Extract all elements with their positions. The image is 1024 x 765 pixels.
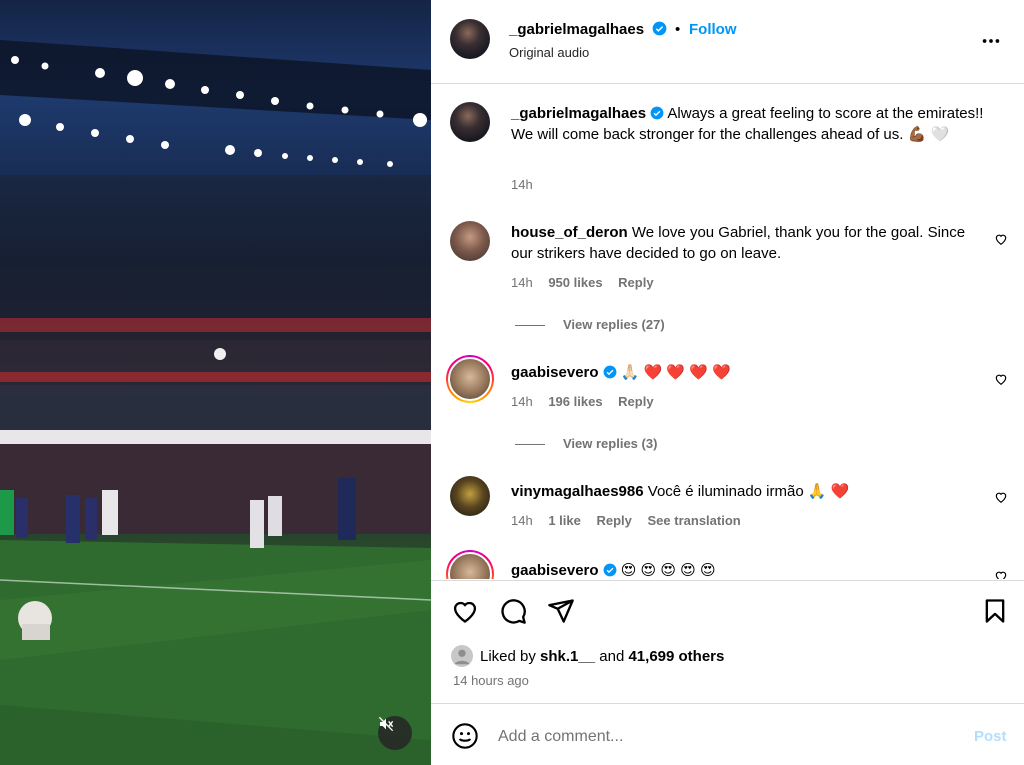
comment-meta: 14h 196 likes Reply (511, 394, 666, 409)
story-ring[interactable] (446, 355, 494, 403)
comment-username[interactable]: vinymagalhaes986 (511, 483, 644, 500)
post-side-panel: _gabrielmagalhaes • Follow Original audi… (431, 0, 1024, 765)
comment-text: vinymagalhaes986 Você é iluminado irmão … (511, 481, 981, 502)
verified-badge-icon (650, 106, 664, 120)
comment-time: 14h (511, 394, 533, 409)
view-replies-button[interactable]: View replies (3) (515, 436, 657, 451)
post-timestamp[interactable]: 14 hours ago (453, 673, 529, 688)
speaker-muted-icon (378, 716, 394, 732)
post-header: _gabrielmagalhaes • Follow Original audi… (431, 0, 1024, 84)
comment-text: house_of_deron We love you Gabriel, than… (511, 222, 981, 264)
share-paper-plane-icon[interactable] (547, 597, 575, 625)
comment-input[interactable] (498, 725, 948, 749)
verified-badge-icon (603, 365, 616, 379)
comment-likes[interactable]: 950 likes (548, 275, 602, 290)
stadium-scene (0, 40, 431, 765)
comment-body: Você é iluminado irmão 🙏 ❤️ (647, 483, 850, 500)
author-avatar[interactable] (450, 19, 490, 59)
reply-button[interactable]: Reply (618, 275, 653, 290)
comment-likes[interactable]: 1 like (548, 513, 581, 528)
comment-text: gaabisevero 🙏🏻 ❤️ ❤️ ❤️ ❤️ (511, 362, 981, 383)
like-comment-heart-icon[interactable] (994, 490, 1008, 504)
post-video[interactable] (0, 0, 431, 765)
view-replies-button[interactable]: View replies (27) (515, 317, 665, 332)
liker-avatar[interactable] (451, 645, 473, 667)
comment-avatar[interactable] (450, 221, 490, 261)
comment-username[interactable]: gaabisevero (511, 562, 599, 579)
likes-summary: Liked by shk.1__ and 41,699 others (480, 648, 724, 665)
comment-meta: 14h 950 likes Reply (511, 275, 666, 290)
see-translation-button[interactable]: See translation (648, 513, 741, 528)
emoji-smiley-icon[interactable] (451, 722, 479, 750)
caption-time: 14h (511, 177, 533, 192)
comment-time: 14h (511, 275, 533, 290)
caption-text: _gabrielmagalhaes Always a great feeling… (511, 103, 991, 145)
audio-label[interactable]: Original audio (509, 45, 589, 60)
bookmark-icon[interactable] (981, 597, 1009, 625)
add-comment-bar: Post (431, 705, 1024, 765)
likes-prefix: Liked by (480, 648, 536, 665)
user-silhouette-icon (454, 649, 470, 665)
comments-list[interactable]: _gabrielmagalhaes Always a great feeling… (431, 85, 1024, 579)
author-username[interactable]: _gabrielmagalhaes (509, 21, 667, 38)
verified-badge-icon (603, 563, 616, 577)
caption-username[interactable]: _gabrielmagalhaes (511, 105, 646, 122)
separator-dot: • (675, 21, 681, 38)
comment-bubble-icon[interactable] (499, 597, 527, 625)
comment-avatar[interactable] (450, 476, 490, 516)
more-options-icon[interactable] (980, 30, 1002, 52)
comment-time: 14h (511, 513, 533, 528)
comment-username[interactable]: house_of_deron (511, 224, 628, 241)
caption-avatar[interactable] (450, 102, 490, 142)
likes-middle: and (599, 648, 625, 665)
likes-others-button[interactable]: 41,699 others (628, 648, 724, 665)
comment-username[interactable]: gaabisevero (511, 364, 599, 381)
comment-meta: 14h 1 like Reply See translation (511, 513, 753, 528)
like-heart-icon[interactable] (451, 597, 479, 625)
mute-button[interactable] (378, 716, 412, 750)
reply-button[interactable]: Reply (596, 513, 631, 528)
verified-badge-icon (652, 21, 667, 36)
comment-text: gaabisevero 😍 😍 😍 😍 😍 (511, 560, 981, 579)
reply-button[interactable]: Reply (618, 394, 653, 409)
comment-body: 😍 😍 😍 😍 😍 (620, 562, 716, 579)
liker-username[interactable]: shk.1__ (540, 648, 595, 665)
comment-avatar[interactable] (448, 552, 492, 579)
like-comment-heart-icon[interactable] (994, 569, 1008, 579)
follow-button[interactable]: Follow (689, 21, 737, 38)
comment-avatar[interactable] (448, 357, 492, 401)
like-comment-heart-icon[interactable] (994, 232, 1008, 246)
comment-body: 🙏🏻 ❤️ ❤️ ❤️ ❤️ (620, 364, 731, 381)
post-comment-button[interactable]: Post (974, 728, 1007, 745)
story-ring[interactable] (446, 550, 494, 579)
like-comment-heart-icon[interactable] (994, 372, 1008, 386)
comment-likes[interactable]: 196 likes (548, 394, 602, 409)
